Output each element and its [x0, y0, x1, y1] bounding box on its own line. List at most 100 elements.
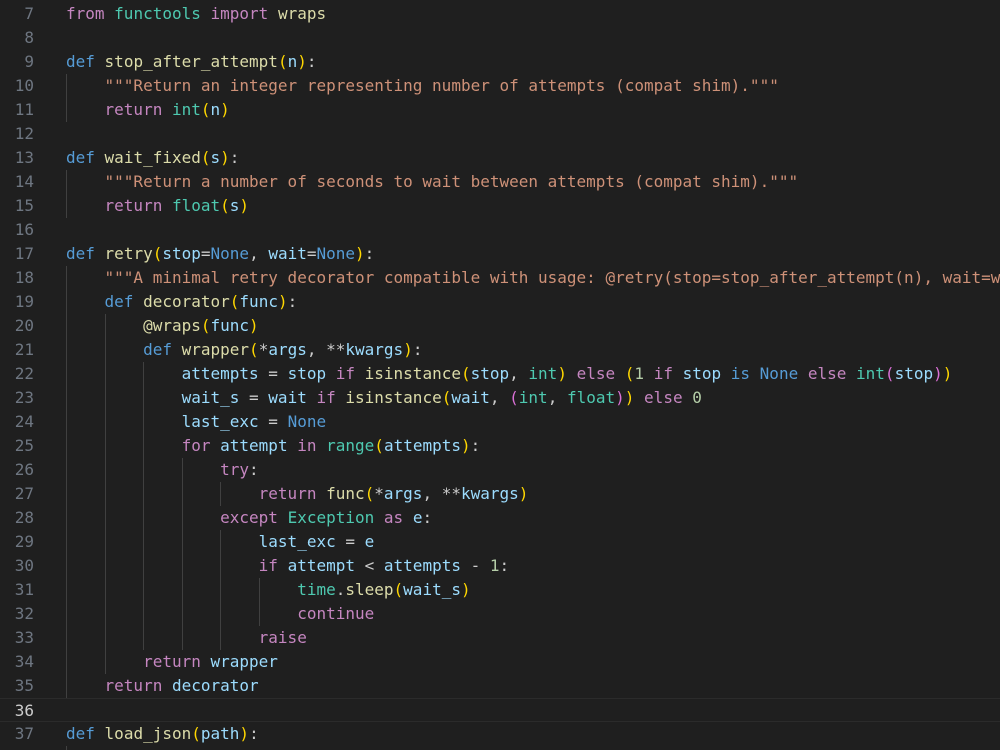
code-text: from functools import wraps	[66, 2, 326, 26]
indent-guide	[66, 434, 67, 458]
code-text: for attempt in range(attempts):	[182, 434, 481, 458]
indent-guide	[104, 650, 106, 674]
indent-guide	[66, 554, 67, 578]
code-token: (	[277, 52, 288, 71]
code-token: func	[210, 316, 250, 335]
code-token: (	[624, 364, 635, 383]
code-line[interactable]: 10 """Return an integer representing numb…	[0, 74, 1000, 98]
code-token: )	[403, 340, 413, 359]
indent-guide	[66, 746, 67, 750]
code-line[interactable]: 20 @wraps(func)	[0, 314, 1000, 338]
indent-guide	[66, 650, 67, 674]
code-token: args	[268, 340, 307, 359]
code-token: (	[460, 364, 471, 383]
code-token: attempts	[181, 364, 259, 383]
code-line[interactable]: 17 def retry(stop=None, wait=None):	[0, 242, 1000, 266]
indent-guide	[66, 314, 67, 338]
code-token: ,	[249, 244, 269, 263]
code-line[interactable]: 14 """Return a number of seconds to wait …	[0, 170, 1000, 194]
code-line[interactable]: 33 raise	[0, 626, 1000, 650]
code-line[interactable]: 31 time.sleep(wait_s)	[0, 578, 1000, 602]
code-token: isinstance	[345, 388, 442, 407]
line-number: 7	[24, 4, 34, 23]
code-token: n	[287, 52, 298, 71]
code-line[interactable]: 19 def decorator(func):	[0, 290, 1000, 314]
code-line[interactable]: 21 def wrapper(*args, **kwargs):	[0, 338, 1000, 362]
code-text: def load_json(path):	[66, 722, 259, 746]
code-token: None	[759, 364, 799, 383]
code-line[interactable]: 30 if attempt < attempts - 1:	[0, 554, 1000, 578]
code-token: :	[229, 148, 240, 167]
code-token: wait_s	[403, 580, 461, 599]
code-line[interactable]: 7 from functools import wraps	[0, 2, 1000, 26]
code-token: stop	[894, 364, 934, 383]
code-text: """A minimal retry decorator compatible …	[105, 266, 1000, 290]
code-token: """A minimal retry decorator compatible …	[104, 268, 1000, 287]
code-line[interactable]: 24 last_exc = None	[0, 410, 1000, 434]
indent-guide	[143, 530, 145, 554]
line-number: 35	[14, 676, 34, 695]
indent-guide	[104, 314, 106, 338]
code-line[interactable]: 35 return decorator	[0, 674, 1000, 698]
code-token: ,	[489, 388, 510, 407]
code-line[interactable]: 11 return int(n)	[0, 98, 1000, 122]
code-text: return func(*args, **kwargs)	[259, 482, 529, 506]
code-line[interactable]: 38 with open(path, "r", encoding="utf-8")…	[0, 746, 1000, 750]
indent-guide	[104, 410, 106, 434]
code-line[interactable]: 37 def load_json(path):	[0, 722, 1000, 746]
indent-guide	[66, 338, 67, 362]
code-line[interactable]: 16	[0, 218, 1000, 242]
indent-guide	[66, 602, 67, 626]
code-token: <	[355, 556, 384, 575]
code-line[interactable]: 25 for attempt in range(attempts):	[0, 434, 1000, 458]
code-line[interactable]: 34 return wrapper	[0, 650, 1000, 674]
code-token: wrapper	[181, 340, 250, 359]
code-line[interactable]: 18 """A minimal retry decorator compatibl…	[0, 266, 1000, 290]
code-token: return	[104, 676, 163, 695]
code-line[interactable]: 23 wait_s = wait if isinstance(wait, (int…	[0, 386, 1000, 410]
code-token: *	[258, 340, 269, 359]
code-token: time	[297, 580, 336, 599]
indent-guide	[220, 626, 222, 650]
code-line[interactable]: 32 continue	[0, 602, 1000, 626]
code-line[interactable]: 36	[0, 698, 1000, 722]
code-line[interactable]: 29 last_exc = e	[0, 530, 1000, 554]
indent-guide	[181, 530, 183, 554]
indent-guide	[104, 434, 106, 458]
line-number: 18	[14, 268, 34, 287]
code-token: if	[258, 556, 278, 575]
line-number: 38	[0, 746, 34, 750]
code-token: :	[412, 340, 423, 359]
code-line[interactable]: 26 try:	[0, 458, 1000, 482]
indent-guide	[66, 506, 67, 530]
code-token: None	[316, 244, 356, 263]
code-line[interactable]: 12	[0, 122, 1000, 146]
code-token: in	[297, 436, 317, 455]
code-token: (	[393, 580, 404, 599]
code-token: attempts	[383, 556, 461, 575]
line-number: 19	[14, 292, 34, 311]
code-line[interactable]: 9 def stop_after_attempt(n):	[0, 50, 1000, 74]
code-token: -	[460, 556, 490, 575]
indent-guide	[66, 74, 67, 98]
code-token: (	[364, 484, 375, 503]
code-line[interactable]: 13 def wait_fixed(s):	[0, 146, 1000, 170]
code-editor[interactable]: 7 from functools import wraps 8 9 def stop_a…	[0, 0, 1000, 750]
code-line[interactable]: 8	[0, 26, 1000, 50]
code-line[interactable]: 28 except Exception as e:	[0, 506, 1000, 530]
code-line[interactable]: 15 return float(s)	[0, 194, 1000, 218]
indent-guide	[66, 458, 67, 482]
code-line[interactable]: 22 attempts = stop if isinstance(stop, in…	[0, 362, 1000, 386]
indent-guide	[104, 530, 106, 554]
code-line[interactable]: 27 return func(*args, **kwargs)	[0, 482, 1000, 506]
line-number: 17	[14, 244, 34, 263]
